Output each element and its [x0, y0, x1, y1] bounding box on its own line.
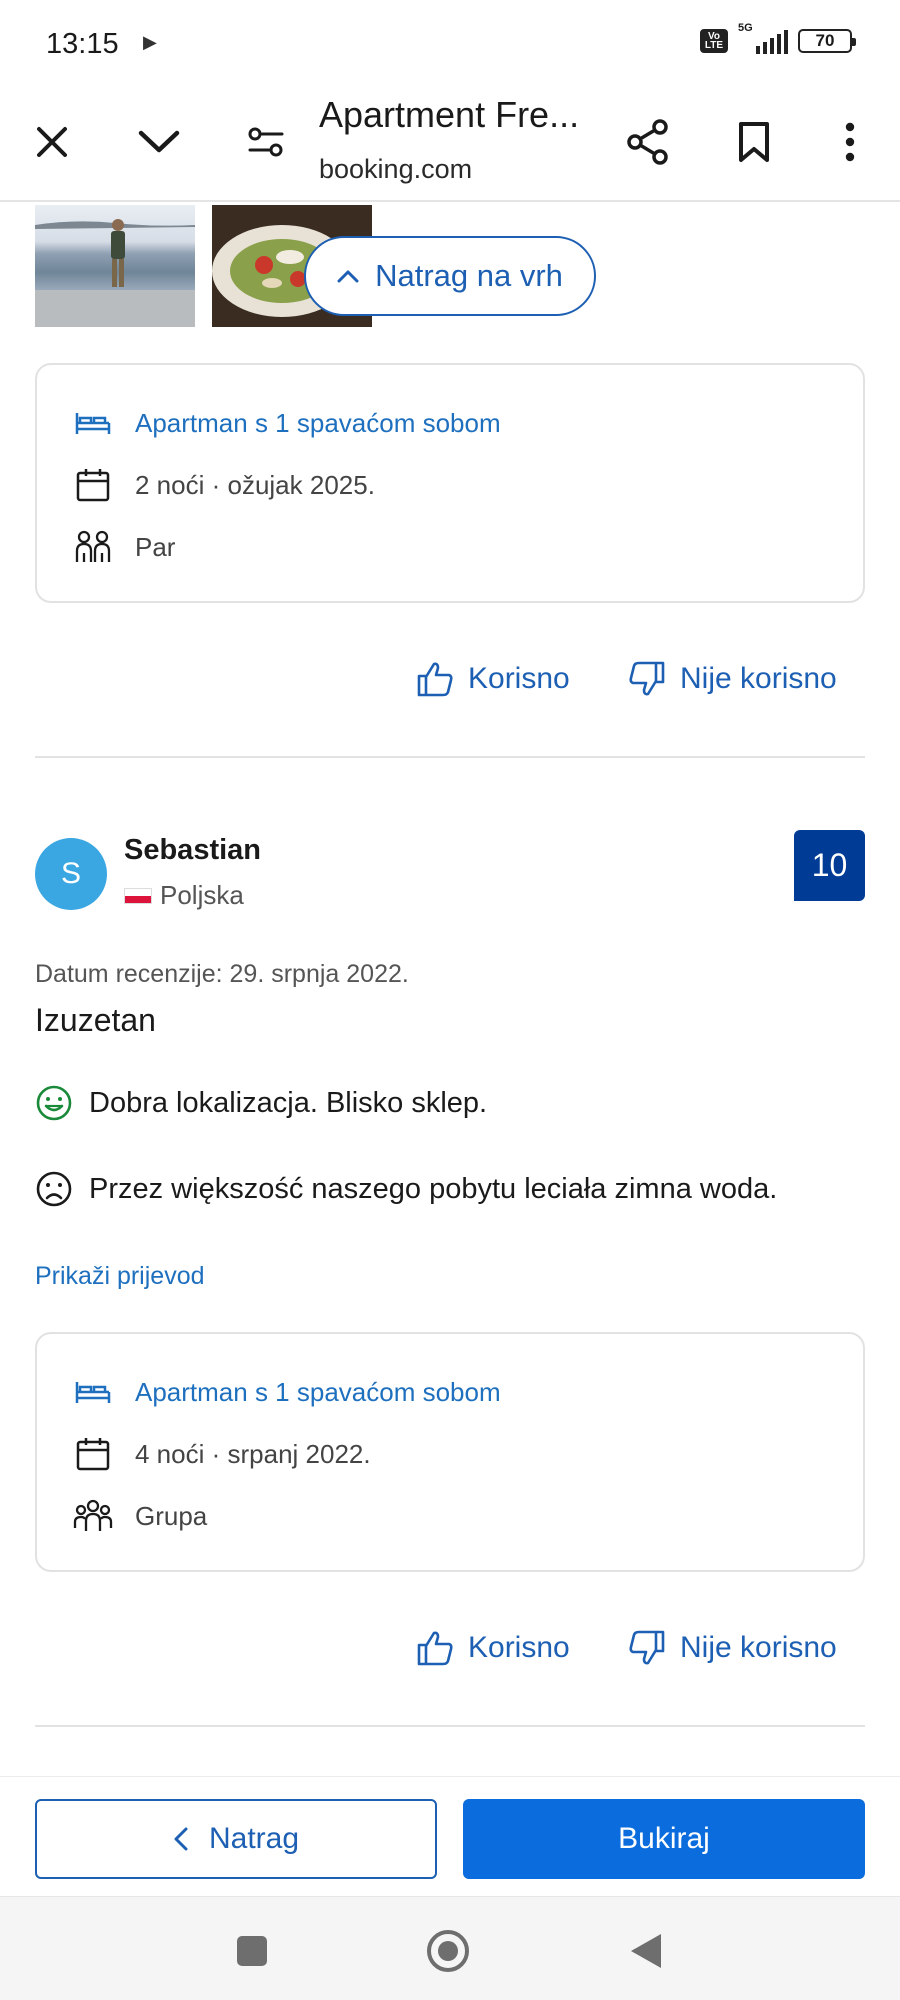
status-icons: Vo LTE 5G 70	[700, 22, 856, 54]
traveler-type-row: Par	[73, 527, 175, 567]
room-type-link[interactable]: Apartman s 1 spavaćom sobom	[135, 1377, 501, 1408]
chevron-up-icon	[337, 270, 359, 283]
bottom-action-bar: Natrag Bukiraj	[0, 1776, 900, 1896]
stay-details-card: Apartman s 1 spavaćom sobom 4 noći · srp…	[35, 1332, 865, 1572]
review-photo[interactable]	[35, 205, 195, 327]
thumbs-up-icon	[417, 662, 453, 697]
status-bar: 13:15 ▶ Vo LTE 5G 70	[0, 0, 900, 90]
page-settings-icon[interactable]	[234, 110, 298, 174]
back-nav-icon[interactable]	[622, 1927, 670, 1975]
divider	[35, 1725, 865, 1727]
group-icon	[73, 1496, 113, 1536]
page-domain[interactable]: booking.com	[319, 154, 472, 185]
divider	[35, 756, 865, 758]
share-icon[interactable]	[616, 110, 680, 174]
back-to-top-button[interactable]: Natrag na vrh	[304, 236, 596, 316]
stay-duration: 4 noći · srpanj 2022.	[135, 1438, 371, 1469]
review-positive: Dobra lokalizacja. Blisko sklep.	[35, 1084, 487, 1122]
country-name: Poljska	[160, 880, 244, 910]
thumbs-down-icon	[629, 661, 665, 696]
stay-details-card: Apartman s 1 spavaćom sobom 2 noći · ožu…	[35, 363, 865, 603]
helpful-label: Korisno	[468, 662, 570, 695]
book-button[interactable]: Bukiraj	[463, 1799, 865, 1879]
negative-text: Przez większość naszego pobytu leciała z…	[89, 1172, 778, 1205]
score-badge: 10	[794, 830, 865, 901]
volte-icon: Vo LTE	[700, 29, 728, 53]
home-icon[interactable]	[424, 1927, 472, 1975]
thumbs-down-icon	[629, 1630, 665, 1665]
review-negative: Przez większość naszego pobytu leciała z…	[35, 1170, 777, 1208]
stay-dates-row: 4 noći · srpanj 2022.	[73, 1434, 371, 1474]
not-helpful-label: Nije korisno	[680, 662, 837, 695]
page-title[interactable]: Apartment Fre...	[319, 94, 579, 136]
helpful-button[interactable]: Korisno	[416, 660, 570, 698]
stay-dates-row: 2 noći · ožujak 2025.	[73, 465, 375, 505]
browser-toolbar: Apartment Fre... booking.com	[0, 90, 900, 202]
reviewer-country: Poljska	[124, 880, 244, 911]
poland-flag-icon	[124, 887, 152, 904]
review-title: Izuzetan	[35, 1002, 156, 1038]
bed-icon	[73, 1372, 113, 1412]
calendar-icon	[73, 465, 113, 505]
not-helpful-label: Nije korisno	[680, 1631, 837, 1664]
reviewer-name: Sebastian	[124, 834, 261, 866]
avatar: S	[35, 838, 107, 910]
not-helpful-button[interactable]: Nije korisno	[628, 1629, 837, 1667]
helpful-label: Korisno	[468, 1631, 570, 1664]
traveler-type: Grupa	[135, 1500, 208, 1531]
traveler-type: Par	[135, 531, 176, 562]
traveler-type-row: Grupa	[73, 1496, 207, 1536]
recent-apps-icon[interactable]	[228, 1927, 276, 1975]
positive-text: Dobra lokalizacja. Blisko sklep.	[89, 1086, 488, 1119]
book-button-label: Bukiraj	[618, 1822, 710, 1855]
system-navigation-bar	[0, 1896, 900, 2000]
show-translation-link[interactable]: Prikaži prijevod	[35, 1262, 205, 1291]
chevron-down-icon[interactable]	[127, 110, 191, 174]
stay-room-row: Apartman s 1 spavaćom sobom	[73, 1372, 501, 1412]
battery-icon: 70	[798, 29, 856, 53]
bed-icon	[73, 403, 113, 443]
network-label: 5G	[738, 22, 753, 34]
stay-duration: 2 noći · ožujak 2025.	[135, 469, 375, 500]
play-icon: ▶	[143, 32, 157, 52]
review-date: Datum recenzije: 29. srpnja 2022.	[35, 960, 409, 988]
couple-icon	[73, 527, 113, 567]
calendar-icon	[73, 1434, 113, 1474]
sad-icon	[36, 1171, 72, 1207]
back-button-label: Natrag	[208, 1822, 300, 1855]
not-helpful-button[interactable]: Nije korisno	[628, 660, 837, 698]
bookmark-icon[interactable]	[722, 110, 786, 174]
thumbs-up-icon	[417, 1631, 453, 1666]
chevron-left-icon	[174, 1827, 188, 1851]
close-icon[interactable]	[20, 110, 84, 174]
status-time: 13:15	[46, 28, 119, 60]
back-button[interactable]: Natrag	[35, 1799, 437, 1879]
back-to-top-label: Natrag na vrh	[375, 258, 563, 293]
stay-room-row: Apartman s 1 spavaćom sobom	[73, 403, 501, 443]
more-options-icon[interactable]	[818, 110, 882, 174]
room-type-link[interactable]: Apartman s 1 spavaćom sobom	[135, 408, 501, 439]
helpful-button[interactable]: Korisno	[416, 1629, 570, 1667]
smile-icon	[36, 1085, 72, 1121]
signal-icon: 5G	[738, 22, 788, 54]
